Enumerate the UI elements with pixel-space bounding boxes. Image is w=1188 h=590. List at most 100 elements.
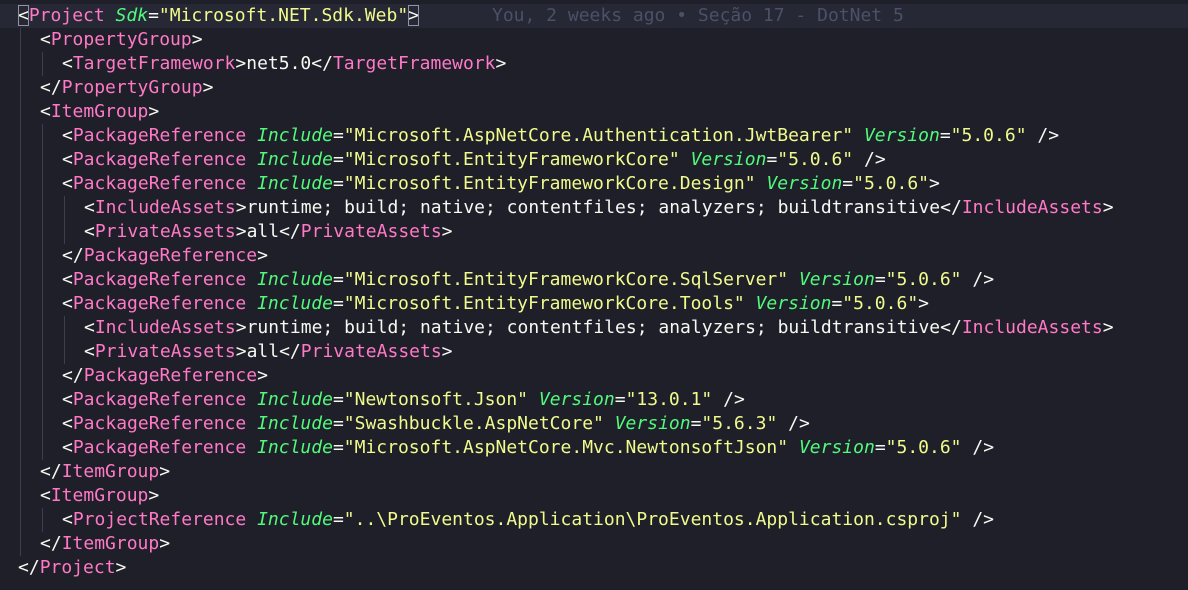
code-line[interactable]: </ItemGroup> <box>0 532 1188 556</box>
tag-name: PrivateAssets <box>300 221 442 242</box>
attribute-name: Include <box>257 293 333 314</box>
code-text: <ItemGroup> <box>40 100 159 124</box>
indent-guide <box>42 196 43 220</box>
code-line[interactable]: </PackageReference> <box>0 244 1188 268</box>
code-line[interactable]: <IncludeAssets>runtime; build; native; c… <box>0 196 1188 220</box>
text <box>246 389 257 410</box>
code-line[interactable]: <PackageReference Include="Microsoft.Asp… <box>0 436 1188 460</box>
editor-scrollbar[interactable] <box>1182 0 1188 590</box>
code-line[interactable]: <PackageReference Include="Swashbuckle.A… <box>0 412 1188 436</box>
indent-guide <box>20 316 21 340</box>
tag-name: PropertyGroup <box>61 77 203 98</box>
text: net5.0 <box>246 53 312 74</box>
indent-guide <box>20 340 21 364</box>
tag-name: PrivateAssets <box>300 341 442 362</box>
punctuation: > <box>918 293 929 314</box>
code-line[interactable]: <PropertyGroup> <box>0 28 1188 52</box>
code-text: <PackageReference Include="Microsoft.Ent… <box>62 148 886 172</box>
code-line[interactable]: <PrivateAssets>all</PrivateAssets> <box>0 340 1188 364</box>
code-text: <PropertyGroup> <box>40 28 203 52</box>
text <box>1027 125 1038 146</box>
punctuation: < <box>62 53 73 74</box>
punctuation: = <box>332 149 344 170</box>
punctuation: = <box>939 125 951 146</box>
punctuation: > <box>191 29 203 50</box>
code-text: </ItemGroup> <box>40 532 170 556</box>
code-line[interactable]: <ItemGroup> <box>0 100 1188 124</box>
punctuation: </ <box>279 341 301 362</box>
indent-guide <box>64 196 65 220</box>
code-line[interactable]: </PackageReference> <box>0 364 1188 388</box>
text <box>246 149 257 170</box>
attribute-name: Include <box>257 125 333 146</box>
punctuation: = <box>766 149 778 170</box>
git-blame-annotation: You, 2 weeks ago • Seção 17 - DotNet 5 <box>492 5 904 26</box>
attribute-name: Version <box>863 125 940 146</box>
code-line[interactable]: <PackageReference Include="Microsoft.Ent… <box>0 292 1188 316</box>
code-text: <ProjectReference Include="..\ProEventos… <box>62 508 994 532</box>
indent-guide <box>64 340 65 364</box>
code-editor[interactable]: <Project Sdk="Microsoft.NET.Sdk.Web"> You… <box>0 4 1188 590</box>
attribute-value: "Swashbuckle.AspNetCore" <box>343 413 604 434</box>
punctuation: > <box>1102 197 1114 218</box>
code-text: </PackageReference> <box>62 364 268 388</box>
code-line[interactable]: <TargetFramework>net5.0</TargetFramework… <box>0 52 1188 76</box>
punctuation: /> <box>788 413 810 434</box>
attribute-name: Version <box>690 149 767 170</box>
tag-name: TargetFramework <box>72 53 236 74</box>
text <box>246 173 257 194</box>
punctuation: </ <box>40 533 62 554</box>
code-line[interactable]: <PackageReference Include="Microsoft.Ent… <box>0 268 1188 292</box>
indent-guide <box>42 52 43 76</box>
attribute-name: Include <box>257 269 333 290</box>
punctuation: /> <box>972 437 995 458</box>
code-line[interactable]: <PackageReference Include="Microsoft.Ent… <box>0 148 1188 172</box>
attribute-name: Version <box>538 389 615 410</box>
code-line[interactable]: <ProjectReference Include="..\ProEventos… <box>0 508 1188 532</box>
code-line[interactable]: <PackageReference Include="Newtonsoft.Js… <box>0 388 1188 412</box>
indent-guide <box>42 220 43 244</box>
code-line[interactable]: <PackageReference Include="Microsoft.Asp… <box>0 124 1188 148</box>
code-line[interactable]: </Project> <box>0 556 1188 580</box>
punctuation: > <box>148 485 160 506</box>
code-text: <IncludeAssets>runtime; build; native; c… <box>84 196 1114 220</box>
code-text: <PackageReference Include="Microsoft.Ent… <box>62 292 929 316</box>
code-line[interactable]: <IncludeAssets>runtime; build; native; c… <box>0 316 1188 340</box>
attribute-value: "Microsoft.AspNetCore.Authentication.Jwt… <box>343 125 854 146</box>
tag-name: IncludeAssets <box>961 317 1103 338</box>
tag-name: PackageReference <box>72 125 247 146</box>
code-line[interactable]: </PropertyGroup> <box>0 76 1188 100</box>
text: runtime; build; native; contentfiles; an… <box>246 317 941 338</box>
attribute-value: "5.0.6" <box>885 437 962 458</box>
text <box>246 437 257 458</box>
punctuation: > <box>408 5 419 26</box>
attribute-value: "Microsoft.EntityFrameworkCore.Design" <box>343 173 756 194</box>
indent-guide <box>42 340 43 364</box>
indent-guide <box>20 148 21 172</box>
attribute-value: "5.0.6" <box>950 125 1027 146</box>
punctuation: < <box>84 221 95 242</box>
indent-guide <box>20 196 21 220</box>
punctuation: = <box>148 5 159 26</box>
indent-guide <box>20 508 21 532</box>
attribute-name: Include <box>257 149 333 170</box>
indent-guide <box>20 436 21 460</box>
code-text: <TargetFramework>net5.0</TargetFramework… <box>62 52 506 76</box>
text <box>962 509 973 530</box>
punctuation: /> <box>1037 125 1060 146</box>
punctuation: = <box>614 389 626 410</box>
code-line[interactable]: <ItemGroup> <box>0 484 1188 508</box>
tag-name: PackageReference <box>72 149 247 170</box>
code-line[interactable]: <PackageReference Include="Microsoft.Ent… <box>0 172 1188 196</box>
code-line[interactable]: </ItemGroup> <box>0 460 1188 484</box>
text <box>604 413 615 434</box>
tag-name: PackageReference <box>72 413 247 434</box>
punctuation: > <box>202 77 214 98</box>
punctuation: </ <box>62 245 84 266</box>
code-text: <PackageReference Include="Microsoft.Ent… <box>62 268 994 292</box>
code-line[interactable]: <PrivateAssets>all</PrivateAssets> <box>0 220 1188 244</box>
code-line[interactable]: <Project Sdk="Microsoft.NET.Sdk.Web"> You… <box>0 4 1188 28</box>
attribute-value: "..\ProEventos.Application\ProEventos.Ap… <box>343 509 962 530</box>
indent-guide <box>42 148 43 172</box>
code-text: </ItemGroup> <box>40 460 170 484</box>
